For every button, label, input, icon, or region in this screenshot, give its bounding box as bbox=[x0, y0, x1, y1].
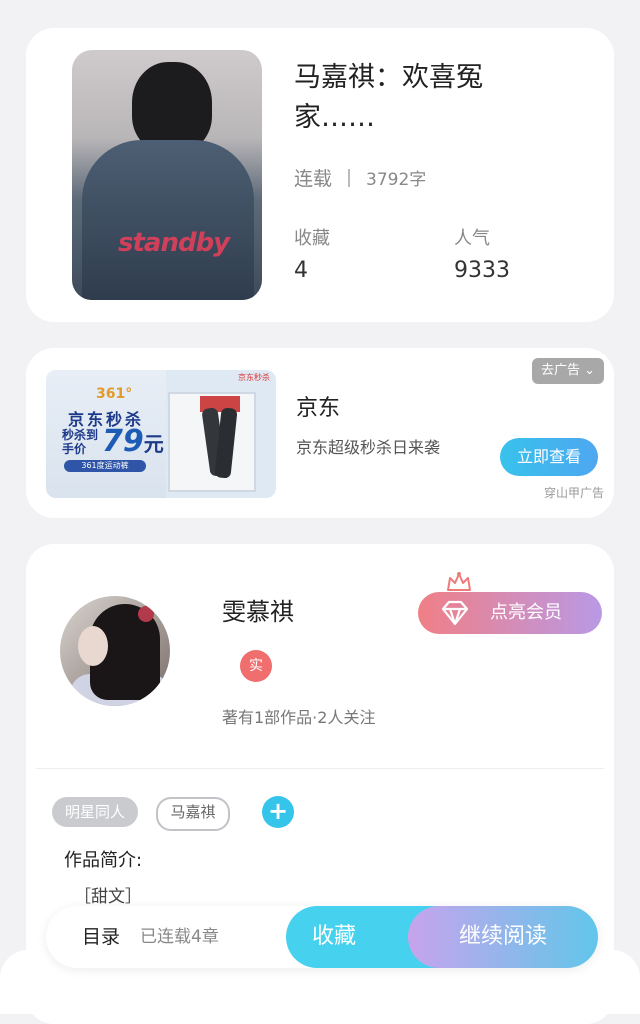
intro-label: 作品简介: bbox=[64, 850, 143, 871]
book-status-row: 连载 3792字 bbox=[294, 164, 426, 191]
book-title: 马嘉祺：欢喜冤家…… bbox=[294, 62, 483, 133]
ad-image-currency: 元 bbox=[143, 432, 164, 456]
book-status: 连载 bbox=[294, 168, 333, 190]
ad-advertiser: 京东 bbox=[296, 396, 341, 421]
ad-source: 穿山甲广告 bbox=[543, 486, 604, 500]
diamond-icon bbox=[440, 600, 470, 642]
bottom-action-bar: 目录 已连载4章 收藏 继续阅读 bbox=[46, 906, 598, 968]
section-divider bbox=[36, 768, 604, 769]
tag-chip[interactable]: 马嘉祺 bbox=[156, 797, 230, 831]
ad-image-price-prefix: 秒杀到手价 bbox=[62, 428, 99, 456]
chapter-count: 已连载4章 bbox=[140, 927, 219, 947]
ad-image-product-photo bbox=[168, 392, 256, 492]
book-word-count: 3792字 bbox=[366, 170, 427, 190]
status-divider bbox=[348, 168, 351, 187]
ad-image[interactable]: 361° 京东秒杀 秒杀到手价 79元 361度运动裤 京东秒杀 bbox=[46, 370, 276, 498]
toc-button[interactable]: 目录 bbox=[82, 906, 120, 968]
verified-badge: 实 bbox=[240, 650, 272, 682]
author-avatar[interactable] bbox=[60, 596, 170, 706]
cover-logo-text: standby bbox=[118, 228, 230, 258]
remove-ad-button[interactable]: 去广告 ⌄ bbox=[532, 358, 604, 384]
popularity-value: 9333 bbox=[454, 258, 510, 283]
avatar-face bbox=[78, 626, 108, 666]
ad-card[interactable]: 361° 京东秒杀 秒杀到手价 79元 361度运动裤 京东秒杀 京东 京东超级… bbox=[26, 348, 614, 518]
ad-view-button[interactable]: 立即查看 bbox=[500, 438, 598, 476]
intro-text: ［甜文］ bbox=[74, 887, 142, 907]
author-meta: 著有1部作品·2人关注 bbox=[222, 708, 376, 727]
ad-image-badge: 361度运动裤 bbox=[64, 460, 146, 472]
book-cover[interactable]: standby bbox=[72, 50, 262, 300]
favorites-stat: 收藏 4 bbox=[294, 224, 330, 283]
ad-image-price-number: 79 bbox=[102, 424, 144, 459]
book-info-card: standby 马嘉祺：欢喜冤家…… 连载 3792字 收藏 4 人气 9333 bbox=[26, 28, 614, 322]
ad-image-price: 79元 bbox=[102, 424, 164, 459]
favorites-value: 4 bbox=[294, 258, 308, 283]
popularity-label: 人气 bbox=[454, 228, 490, 249]
favorites-label: 收藏 bbox=[294, 228, 330, 249]
author-name[interactable]: 雯慕祺 bbox=[222, 592, 294, 627]
popularity-stat: 人气 9333 bbox=[454, 224, 510, 283]
ad-image-tag: 京东秒杀 bbox=[238, 373, 270, 382]
vip-button[interactable]: 点亮会员 bbox=[418, 592, 602, 634]
ad-image-badge-text: 361度运动裤 bbox=[81, 461, 129, 470]
add-tag-button[interactable]: + bbox=[262, 796, 294, 828]
avatar-bow bbox=[138, 606, 154, 622]
ad-image-brand: 361° bbox=[96, 386, 133, 402]
ad-description: 京东超级秒杀日来袭 bbox=[296, 438, 441, 457]
continue-reading-button[interactable]: 继续阅读 bbox=[408, 906, 598, 968]
cover-figure-head bbox=[132, 62, 212, 152]
cover-figure-shirt bbox=[82, 140, 254, 300]
tag-chip[interactable]: 明星同人 bbox=[52, 797, 138, 827]
vip-button-label: 点亮会员 bbox=[490, 602, 562, 623]
